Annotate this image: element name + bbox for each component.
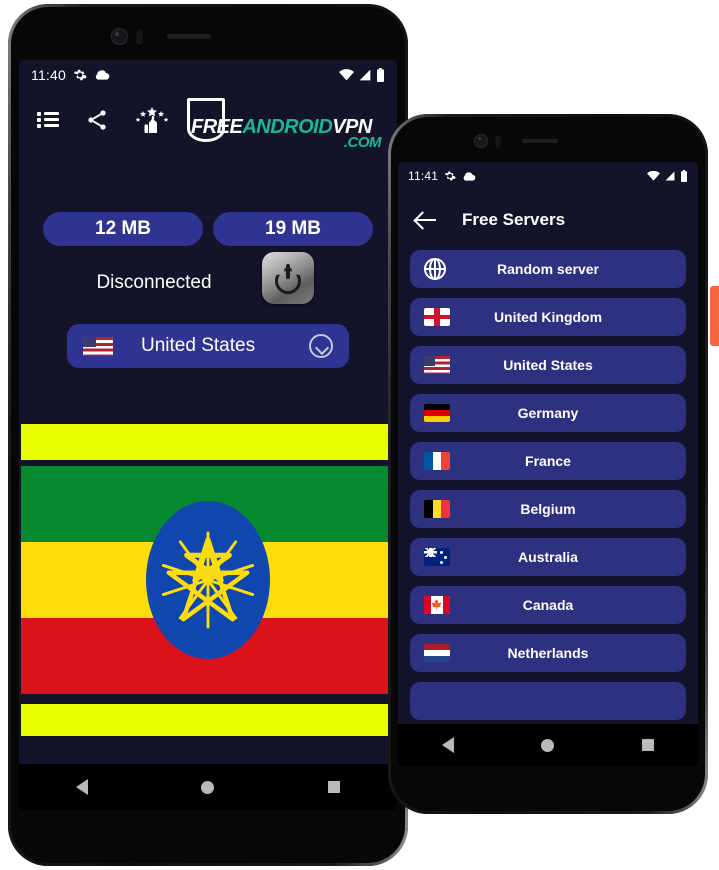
phone-device-secondary: 11:41 Free Servers Random server United …: [388, 114, 708, 814]
cloud-icon: [463, 171, 476, 181]
selected-country-label: United States: [141, 335, 256, 356]
server-list-item-belgium[interactable]: Belgium: [410, 490, 686, 528]
ethiopia-star-icon: [161, 531, 255, 629]
server-list-item-uk[interactable]: United Kingdom: [410, 298, 686, 336]
ethiopia-flag-banner: [21, 424, 395, 736]
status-bar-right: [647, 170, 688, 182]
connection-status-text: Disconnected: [96, 272, 212, 293]
share-icon[interactable]: [85, 108, 109, 132]
phone-front-hardware: [474, 134, 558, 148]
country-selector-button[interactable]: United States: [67, 324, 349, 368]
phone-front-hardware: [111, 28, 211, 45]
proximity-sensor-icon: [136, 28, 143, 45]
germany-flag-icon: [424, 404, 450, 422]
power-toggle-button[interactable]: [262, 252, 314, 304]
server-label: Random server: [497, 261, 599, 277]
logo-part-com: .COM: [343, 134, 382, 151]
android-nav-bar: [398, 724, 698, 766]
back-arrow-icon[interactable]: [416, 209, 438, 231]
nav-home-button[interactable]: [201, 780, 215, 794]
status-bar: 11:41: [398, 162, 698, 190]
wifi-icon: [339, 69, 354, 81]
server-label: Australia: [518, 549, 578, 565]
phone2-screen: 11:41 Free Servers Random server United …: [398, 162, 698, 766]
server-label: Canada: [522, 597, 574, 613]
server-list-item-canada[interactable]: 🍁 Canada: [410, 586, 686, 624]
banner-tricolor: [21, 466, 395, 694]
server-list-item-partial[interactable]: [410, 682, 686, 720]
upload-stat-pill[interactable]: 19 MB: [213, 212, 373, 246]
screenshot-stage: 11:40 FREEANDROIDVPN .COM 12 MB 19 MB Di…: [0, 0, 719, 870]
wifi-icon: [647, 171, 660, 181]
front-camera-icon: [474, 134, 488, 148]
banner-bottom-stripe: [21, 704, 395, 736]
server-list-item-germany[interactable]: Germany: [410, 394, 686, 432]
server-label: United States: [503, 357, 593, 373]
server-list-item-france[interactable]: France: [410, 442, 686, 480]
phone1-screen: 11:40 FREEANDROIDVPN .COM 12 MB 19 MB Di…: [19, 60, 397, 810]
toolbar-icon-group: [37, 106, 169, 134]
netherlands-flag-icon: [424, 644, 450, 662]
phone-device-primary: 11:40 FREEANDROIDVPN .COM 12 MB 19 MB Di…: [8, 4, 408, 866]
status-bar-clock: 11:41: [408, 169, 439, 183]
signal-icon: [665, 171, 675, 181]
us-flag-icon: [424, 356, 450, 374]
offscreen-accent-edge: [710, 286, 719, 346]
list-icon[interactable]: [37, 112, 59, 128]
gear-icon: [444, 171, 456, 181]
status-bar-clock: 11:40: [31, 67, 66, 83]
banner-top-stripe: [21, 424, 395, 460]
logo-part-android: ANDROID: [242, 116, 333, 138]
status-bar: 11:40: [19, 60, 397, 90]
nav-back-button[interactable]: [75, 779, 88, 795]
canada-flag-icon: 🍁: [424, 596, 450, 614]
server-label: Belgium: [520, 501, 576, 517]
page-title: Free Servers: [462, 210, 566, 229]
earpiece-speaker: [167, 34, 211, 39]
globe-icon: [424, 258, 446, 280]
nav-home-button[interactable]: [541, 738, 555, 752]
front-camera-icon: [111, 28, 128, 45]
nav-recents-button[interactable]: [642, 739, 655, 751]
status-bar-right: [339, 68, 385, 82]
cloud-icon: [95, 70, 110, 80]
australia-flag-icon: [424, 548, 450, 566]
download-stat-pill[interactable]: 12 MB: [43, 212, 203, 246]
uk-flag-icon: [424, 308, 450, 326]
earpiece-speaker: [522, 139, 558, 143]
gear-icon: [73, 69, 87, 81]
france-flag-icon: [424, 452, 450, 470]
server-list[interactable]: Random server United Kingdom United Stat…: [398, 250, 698, 724]
status-bar-left: 11:40: [31, 67, 110, 83]
chevron-down-icon[interactable]: [309, 334, 333, 358]
app-logo: FREEANDROIDVPN .COM: [187, 98, 387, 151]
status-bar-left: 11:41: [408, 169, 476, 183]
server-list-item-us[interactable]: United States: [410, 346, 686, 384]
belgium-flag-icon: [424, 500, 450, 518]
proximity-sensor-icon: [495, 134, 501, 148]
battery-icon: [681, 170, 687, 182]
app-bar: Free Servers: [398, 194, 698, 246]
nav-back-button[interactable]: [441, 737, 454, 753]
signal-icon: [359, 69, 371, 81]
server-list-item-netherlands[interactable]: Netherlands: [410, 634, 686, 672]
server-label: Germany: [517, 405, 579, 421]
server-label: France: [525, 453, 571, 469]
server-list-item-random[interactable]: Random server: [410, 250, 686, 288]
rate-stars-icon[interactable]: [135, 106, 169, 134]
server-list-item-australia[interactable]: Australia: [410, 538, 686, 576]
us-flag-icon: [83, 336, 113, 356]
banner-blue-disc: [146, 501, 270, 659]
android-nav-bar: [19, 764, 397, 810]
server-label: Netherlands: [507, 645, 589, 661]
battery-icon: [377, 68, 384, 82]
power-icon: [273, 263, 303, 294]
nav-recents-button[interactable]: [328, 781, 341, 793]
logo-part-free: FREE: [191, 116, 243, 138]
server-label: United Kingdom: [493, 309, 603, 325]
